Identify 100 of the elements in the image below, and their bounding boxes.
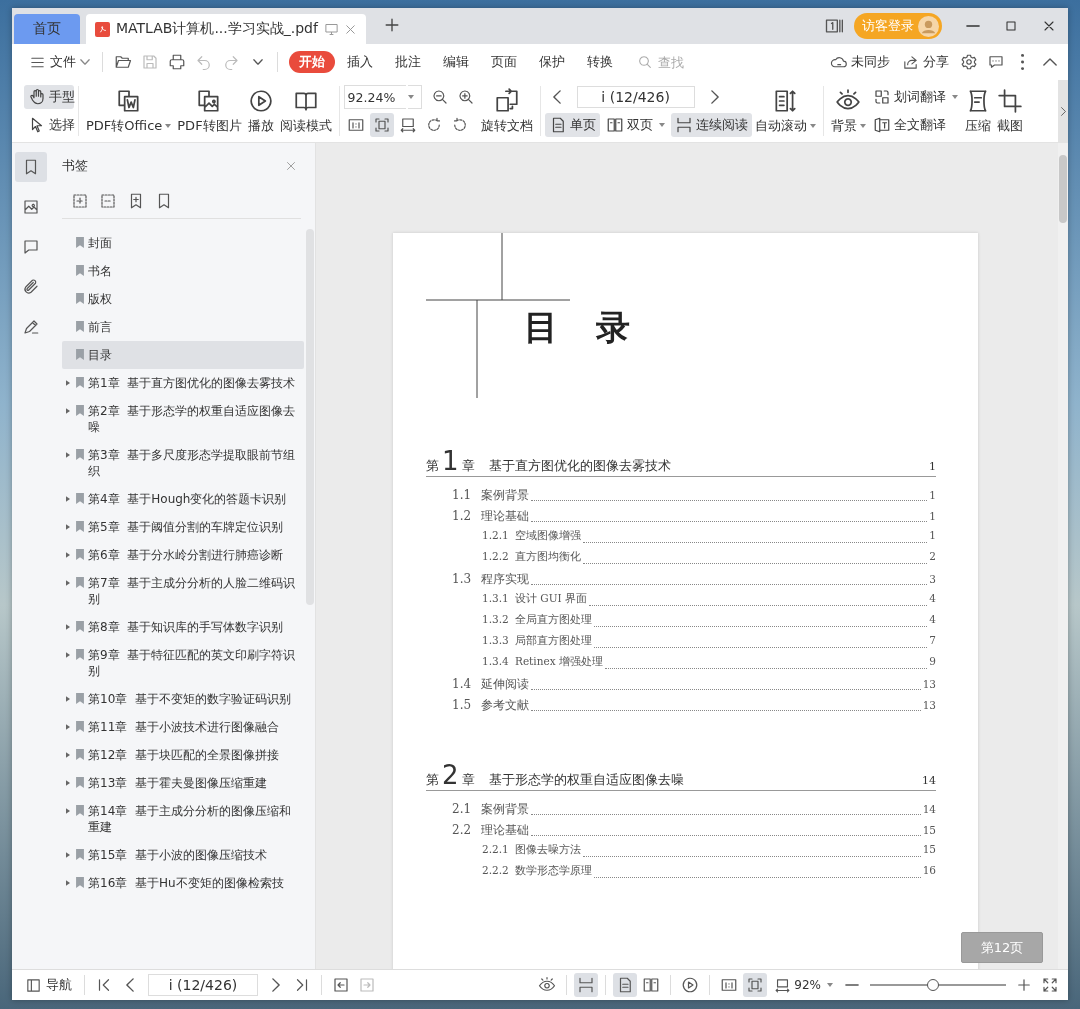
ribbon-tab[interactable]: 保护 bbox=[529, 51, 575, 73]
ribbon-tab[interactable]: 转换 bbox=[577, 51, 623, 73]
page-number-field[interactable]: i (12/426) bbox=[576, 86, 695, 108]
section-title: 案例背景 bbox=[481, 801, 529, 818]
double-page-button[interactable]: 双页 bbox=[601, 113, 669, 137]
bookmark-item[interactable]: 第14章 基于主成分分析的图像压缩和重建 bbox=[62, 797, 304, 841]
bookmark-item[interactable]: 第13章 基于霍夫曼图像压缩重建 bbox=[62, 769, 304, 797]
expand-caret-icon[interactable] bbox=[66, 452, 70, 458]
bookmark-item[interactable]: 第11章 基于小波技术进行图像融合 bbox=[62, 713, 304, 741]
ribbon-tab[interactable]: 编辑 bbox=[433, 51, 479, 73]
search-field[interactable]: 查找 bbox=[656, 53, 714, 71]
fit-page-button[interactable] bbox=[369, 113, 394, 137]
single-page-button[interactable] bbox=[613, 973, 638, 997]
bookmark-item[interactable]: 第12章 基于块匹配的全景图像拼接 bbox=[62, 741, 304, 769]
full-translate-button[interactable]: 全文翻译 bbox=[868, 113, 962, 137]
expand-caret-icon[interactable] bbox=[66, 808, 70, 814]
auto-scroll-button[interactable]: 自动滚动 bbox=[751, 83, 819, 139]
expand-caret-icon[interactable] bbox=[66, 624, 70, 630]
undo-icon bbox=[194, 53, 213, 71]
expand-caret-icon[interactable] bbox=[66, 852, 70, 858]
ribbon-tab[interactable]: 页面 bbox=[481, 51, 527, 73]
minus-icon bbox=[845, 984, 859, 986]
page-number: 15 bbox=[922, 843, 936, 855]
single-page-button[interactable]: 单页 bbox=[544, 113, 600, 137]
caret-icon bbox=[252, 59, 263, 65]
save-icon bbox=[140, 53, 159, 71]
zoom-dropdown[interactable]: 92% bbox=[769, 972, 838, 998]
bookmark-item[interactable]: 第10章 基于不变矩的数字验证码识别 bbox=[62, 685, 304, 713]
zoom-slider[interactable] bbox=[870, 978, 1006, 992]
page-number: 9 bbox=[929, 655, 936, 667]
bookmark-icon bbox=[76, 449, 84, 460]
expand-caret-icon[interactable] bbox=[66, 408, 70, 414]
bookmark-icon bbox=[76, 577, 84, 588]
compress-button[interactable]: 压缩 bbox=[961, 83, 994, 139]
expand-caret-icon[interactable] bbox=[66, 880, 70, 886]
bookmark-item[interactable]: 第6章 基于分水岭分割进行肺癌诊断 bbox=[62, 541, 304, 569]
ribbon-tab[interactable]: 开始 bbox=[289, 51, 335, 73]
continuous-reading-button[interactable] bbox=[574, 973, 599, 997]
expand-caret-icon[interactable] bbox=[66, 496, 70, 502]
expand-caret-icon[interactable] bbox=[66, 652, 70, 658]
close-icon bbox=[284, 159, 298, 173]
word-translate-button[interactable]: 划词翻译 bbox=[868, 85, 962, 109]
chat-icon bbox=[986, 53, 1005, 71]
bookmark-item[interactable]: 第9章 基于特征匹配的英文印刷字符识别 bbox=[62, 641, 304, 685]
fit-page-button[interactable] bbox=[743, 973, 768, 997]
sync-button[interactable]: 未同步 bbox=[825, 49, 895, 75]
file-menu[interactable]: 文件 bbox=[24, 49, 95, 75]
navigation-button[interactable]: 导航 bbox=[20, 972, 77, 998]
expand-caret-icon[interactable] bbox=[66, 524, 70, 530]
forward-icon bbox=[358, 976, 376, 994]
bookmark-icon bbox=[76, 649, 84, 660]
bookmarks-button[interactable] bbox=[15, 152, 47, 182]
bookmark-item[interactable]: 书名 bbox=[62, 257, 304, 285]
bookmark-item[interactable]: 第2章 基于形态学的权重自适应图像去噪 bbox=[62, 397, 304, 441]
settings-icon bbox=[959, 53, 978, 71]
bookmark-item[interactable]: 第4章 基于Hough变化的答题卡识别 bbox=[62, 485, 304, 513]
bookmark-item[interactable]: 封面 bbox=[62, 229, 304, 257]
expand-caret-icon[interactable] bbox=[66, 724, 70, 730]
pdf-to-image-button[interactable]: PDF转图片 bbox=[174, 83, 245, 139]
actual-size-icon bbox=[720, 976, 739, 994]
bookmark-item[interactable]: 第3章 基于多尺度形态学提取眼前节组织 bbox=[62, 441, 304, 485]
select-tool-button[interactable]: 选择 bbox=[24, 113, 74, 137]
expand-caret-icon[interactable] bbox=[66, 552, 70, 558]
bookmark-item[interactable]: 目录 bbox=[62, 341, 304, 369]
share-button[interactable]: 分享 bbox=[897, 49, 954, 75]
page-number-field[interactable]: i (12/426) bbox=[148, 974, 258, 996]
zoom-in-icon bbox=[456, 88, 475, 106]
screenshot-button[interactable]: 截图 bbox=[993, 83, 1026, 139]
background-button[interactable]: 背景 bbox=[827, 83, 869, 139]
bookmark-item[interactable]: 第15章 基于小波的图像压缩技术 bbox=[62, 841, 304, 869]
bookmark-item[interactable]: 版权 bbox=[62, 285, 304, 313]
expand-caret-icon[interactable] bbox=[66, 780, 70, 786]
bookmark-item[interactable]: 第16章 基于Hu不变矩的图像检索技 bbox=[62, 869, 304, 897]
bookmark-icon bbox=[76, 493, 84, 504]
page-number: 1 bbox=[929, 460, 936, 473]
pdf-to-office-button[interactable]: PDF转Office bbox=[83, 83, 175, 139]
document-tab[interactable]: MATLAB计算机...学习实战_.pdf bbox=[86, 14, 366, 44]
ribbon-tab[interactable]: 批注 bbox=[385, 51, 431, 73]
expand-caret-icon[interactable] bbox=[66, 380, 70, 386]
bookmark-icon bbox=[76, 621, 84, 632]
expand-caret-icon[interactable] bbox=[66, 696, 70, 702]
section-title: 参考文献 bbox=[481, 697, 529, 714]
bookmark-item[interactable]: 第1章 基于直方图优化的图像去雾技术 bbox=[62, 369, 304, 397]
ribbon-tab[interactable]: 插入 bbox=[337, 51, 383, 73]
expand-caret-icon[interactable] bbox=[66, 580, 70, 586]
expand-caret-icon[interactable] bbox=[66, 752, 70, 758]
bookmark-item[interactable]: 前言 bbox=[62, 313, 304, 341]
bookmark-icon bbox=[76, 321, 84, 332]
bookmark-item[interactable]: 第7章 基于主成分分析的人脸二维码识别 bbox=[62, 569, 304, 613]
bookmark-icon bbox=[76, 805, 84, 816]
reading-mode-button[interactable]: 阅读模式 bbox=[276, 83, 335, 139]
play-button[interactable]: 播放 bbox=[244, 83, 277, 139]
hand-tool-button[interactable]: 手型 bbox=[24, 85, 74, 109]
scrollbar[interactable] bbox=[1058, 143, 1068, 969]
bookmark-item[interactable]: 第8章 基于知识库的手写体数字识别 bbox=[62, 613, 304, 641]
home-tab[interactable]: 首页 bbox=[14, 14, 80, 44]
rotate-document-button[interactable]: 旋转文档 bbox=[477, 83, 536, 139]
bookmark-item[interactable]: 第5章 基于阈值分割的车牌定位识别 bbox=[62, 513, 304, 541]
expand-all-icon bbox=[71, 192, 89, 210]
continuous-reading-button[interactable]: 连续阅读 bbox=[670, 113, 752, 137]
